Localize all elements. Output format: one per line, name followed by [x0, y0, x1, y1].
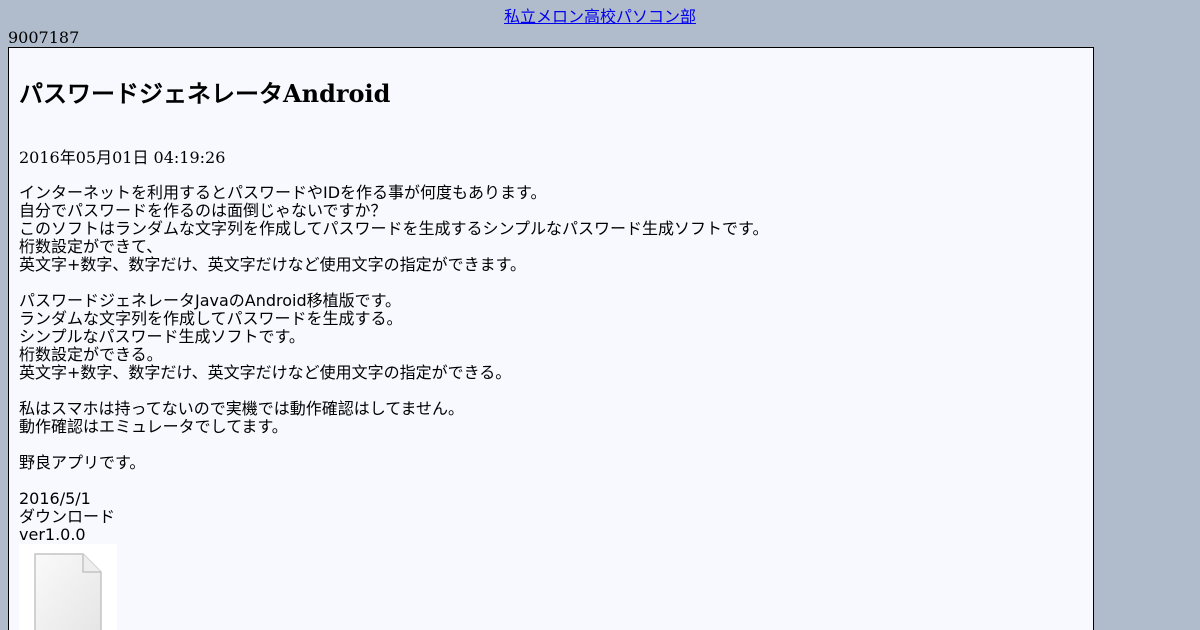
body-line: 英文字+数字、数字だけ、英文字だけなど使用文字の指定ができる。: [19, 363, 512, 382]
body-line: インターネットを利用するとパスワードやIDを作る事が何度もあります。: [19, 183, 547, 202]
file-icon: [34, 553, 102, 630]
body-line: 野良アプリです。: [19, 453, 146, 472]
body-line: 桁数設定ができる。: [19, 345, 163, 364]
version-label: ver1.0.0: [19, 525, 86, 544]
visitor-counter: 9007187: [8, 28, 80, 47]
article-body: インターネットを利用するとパスワードやIDを作る事が何度もあります。 自分でパス…: [19, 184, 768, 630]
article-title: パスワードジェネレータAndroid: [19, 79, 391, 108]
download-label: ダウンロード: [19, 507, 116, 526]
download-file-link[interactable]: [19, 544, 117, 630]
paragraph-break: [19, 274, 768, 292]
body-line: 桁数設定ができて、: [19, 237, 163, 256]
paragraph-break: [19, 472, 768, 490]
article-date: 2016年05月01日 04:19:26: [19, 148, 226, 167]
article-panel: パスワードジェネレータAndroid 2016年05月01日 04:19:26 …: [8, 47, 1094, 630]
release-date: 2016/5/1: [19, 489, 91, 508]
body-line: このソフトはランダムな文字列を作成してパスワードを生成するシンプルなパスワード生…: [19, 219, 769, 238]
body-line: パスワードジェネレータJavaのAndroid移植版です。: [19, 291, 402, 310]
paragraph-break: [19, 436, 768, 454]
body-line: シンプルなパスワード生成ソフトです。: [19, 327, 305, 346]
site-home-link[interactable]: 私立メロン高校パソコン部: [504, 7, 696, 26]
body-line: 英文字+数字、数字だけ、英文字だけなど使用文字の指定ができます。: [19, 255, 527, 274]
site-header: 私立メロン高校パソコン部: [0, 7, 1200, 27]
paragraph-break: [19, 382, 768, 400]
body-line: 動作確認はエミュレータでしてます。: [19, 417, 288, 436]
body-line: 私はスマホは持ってないので実機では動作確認はしてません。: [19, 399, 464, 418]
body-line: 自分でパスワードを作るのは面倒じゃないですか？: [19, 201, 387, 220]
body-line: ランダムな文字列を作成してパスワードを生成する。: [19, 309, 403, 328]
